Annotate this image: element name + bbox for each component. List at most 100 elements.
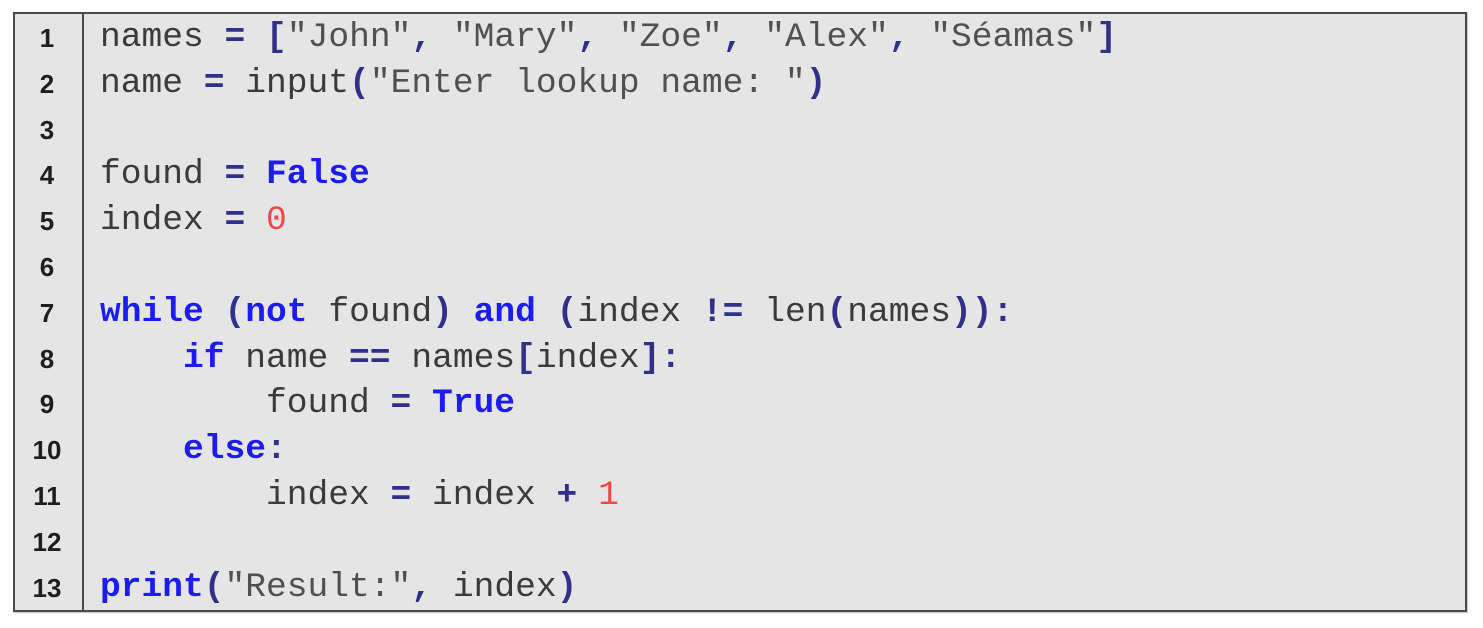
identifier-token: name [100, 63, 204, 103]
identifier-token: names [847, 292, 951, 332]
operator-token: != [701, 292, 744, 332]
code-line: 9 found = True [15, 381, 1465, 427]
identifier-token: index [432, 567, 557, 607]
code-text: index = 0 [100, 198, 287, 244]
identifier-token [245, 18, 266, 57]
identifier-token: found [307, 292, 433, 332]
line-number: 11 [33, 481, 61, 511]
operator-token: : [266, 430, 287, 470]
code-text: if name == names[index]: [100, 336, 681, 382]
keyword-token: not [245, 292, 308, 332]
line-number: 5 [39, 206, 55, 237]
operator-token: ( [556, 292, 578, 332]
identifier-token [411, 384, 432, 423]
keyword-token: else [183, 430, 267, 470]
code-text: found = True [100, 381, 515, 427]
operator-token: = [390, 476, 412, 515]
identifier-token: len [743, 292, 827, 332]
identifier-token [577, 476, 598, 515]
operator-token: = [224, 18, 246, 57]
string-token: "Alex" [764, 18, 889, 57]
identifier-token [743, 18, 764, 57]
line-number: 4 [39, 160, 55, 191]
keyword-token: and [473, 292, 536, 332]
code-text: names = ["John", "Mary", "Zoe", "Alex", … [100, 15, 1117, 61]
operator-token: = [224, 155, 246, 195]
string-token: "Séamas" [930, 18, 1097, 57]
number-token: 0 [266, 201, 287, 241]
identifier-token: index [535, 338, 640, 378]
operator-token: ] [1096, 18, 1118, 57]
line-number: 12 [32, 526, 62, 557]
identifier-token [536, 293, 557, 332]
identifier-token [100, 339, 183, 378]
operator-token: ( [826, 292, 848, 332]
code-line: 12 [15, 519, 1465, 565]
operator-token: ) [805, 63, 827, 103]
operator-token: + [556, 476, 578, 515]
code-text: name = input("Enter lookup name: ") [100, 61, 826, 107]
keyword-token: print [100, 567, 204, 607]
operator-token: , [411, 18, 433, 57]
operator-token: )) [950, 292, 993, 332]
line-number: 10 [32, 435, 62, 466]
identifier-token: input [224, 63, 350, 103]
operator-token: , [888, 18, 910, 57]
keyword-token: True [432, 384, 516, 424]
operator-token: , [722, 18, 744, 57]
operator-token: ( [349, 63, 370, 103]
identifier-token [909, 18, 930, 57]
string-token: "Result:" [224, 567, 412, 607]
code-line: 7 while (not found) and (index != len(nam… [15, 290, 1465, 336]
string-token: "Mary" [452, 18, 578, 57]
operator-token: : [992, 292, 1014, 332]
identifier-token [453, 293, 474, 332]
line-number: 9 [39, 389, 55, 420]
operator-token: = [203, 63, 225, 103]
line-number: 13 [32, 572, 62, 603]
code-line: 6 [15, 244, 1465, 290]
code-line: 8 if name == names[index]: [15, 336, 1465, 382]
identifier-token: index [577, 292, 702, 332]
code-line: 4 found = False [15, 152, 1465, 198]
line-number: 6 [39, 252, 55, 282]
keyword-token: if [183, 338, 225, 378]
identifier-token [245, 155, 266, 194]
code-line: 1 names = ["John", "Mary", "Zoe", "Alex",… [15, 15, 1465, 61]
line-number: 8 [39, 343, 55, 374]
code-line: 13 print("Result:", index) [15, 565, 1465, 611]
operator-token: [ [266, 18, 287, 57]
string-token: "John" [286, 18, 412, 57]
code-text: else: [100, 427, 287, 473]
identifier-token: found [100, 384, 391, 424]
operator-token: ] [639, 338, 661, 378]
code-text: while (not found) and (index != len(name… [100, 290, 1013, 336]
identifier-token [100, 430, 183, 469]
line-number: 3 [39, 114, 55, 145]
keyword-token: False [266, 155, 370, 195]
keyword-token: while [100, 292, 204, 332]
code-line: 2 name = input("Enter lookup name: ") [15, 61, 1465, 107]
operator-token: = [224, 201, 246, 241]
code-text: index = index + 1 [100, 473, 619, 519]
number-token: 1 [598, 476, 619, 515]
identifier-token: index [411, 476, 557, 515]
code-line: 11 index = index + 1 [15, 473, 1465, 519]
code-listing: 1 names = ["John", "Mary", "Zoe", "Alex",… [13, 12, 1467, 612]
identifier-token [598, 18, 619, 57]
operator-token: [ [515, 338, 536, 378]
line-number: 7 [39, 297, 55, 328]
identifier-token: index [100, 201, 225, 241]
identifier-token [432, 18, 453, 57]
identifier-token: names [100, 18, 225, 57]
identifier-token: found [100, 155, 225, 195]
operator-token: ( [224, 292, 246, 332]
operator-token: == [349, 338, 391, 378]
operator-token: ) [556, 567, 578, 607]
operator-token: ( [203, 567, 225, 607]
code-text: print("Result:", index) [100, 565, 577, 611]
identifier-token: index [100, 476, 391, 515]
code-line: 3 [15, 107, 1465, 153]
line-number: 1 [39, 23, 55, 53]
code-text: found = False [100, 152, 370, 198]
